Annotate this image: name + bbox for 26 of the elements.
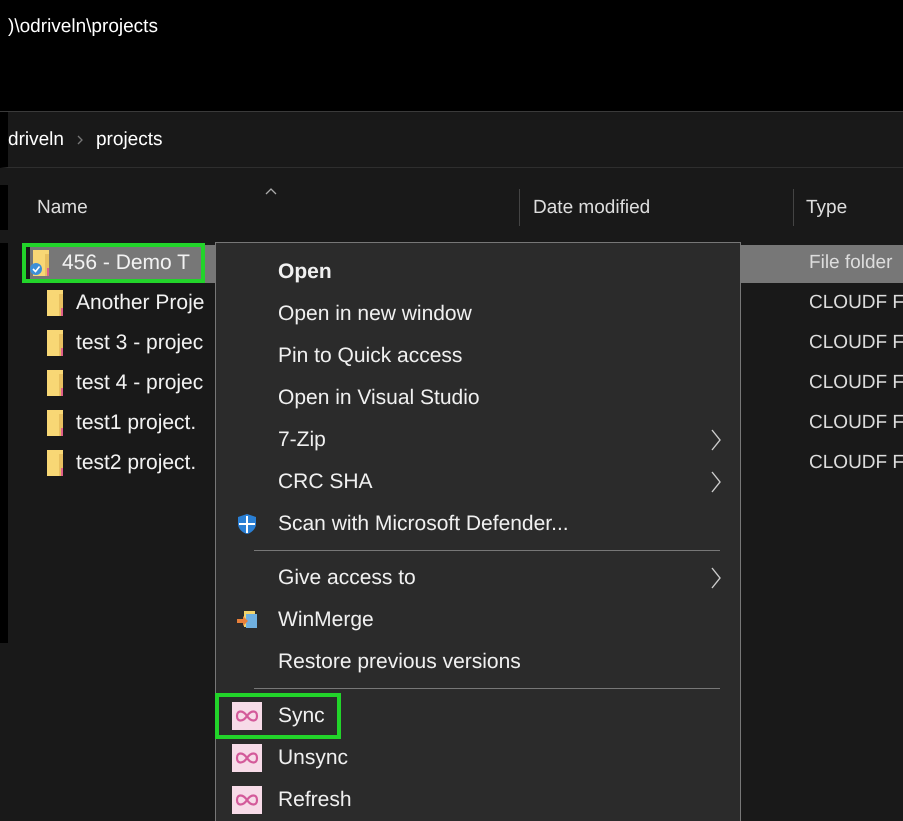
file-name: 456 - Demo T: [62, 251, 190, 275]
file-type: CLOUDF F: [809, 452, 903, 474]
file-name: test 4 - projec: [76, 371, 204, 395]
menu-label: Pin to Quick access: [278, 344, 462, 368]
file-name: Another Proje: [76, 291, 204, 315]
file-name: test 3 - projec: [76, 331, 204, 355]
file-type: File folder: [809, 252, 892, 274]
menu-label: Unsync: [278, 746, 348, 770]
menu-label: WinMerge: [278, 608, 374, 632]
menu-label: CRC SHA: [278, 470, 373, 494]
folder-path: )\odriveln\projects: [8, 16, 158, 37]
file-type: CLOUDF F: [809, 332, 903, 354]
menu-label: Restore previous versions: [278, 650, 521, 674]
menu-label: 7-Zip: [278, 428, 326, 452]
file-type: CLOUDF F: [809, 372, 903, 394]
menu-label: Scan with Microsoft Defender...: [278, 512, 569, 536]
menu-label: Open in Visual Studio: [278, 386, 480, 410]
file-name: test1 project.: [76, 411, 196, 435]
menu-label: Give access to: [278, 566, 416, 590]
menu-label: Sync: [278, 704, 325, 728]
file-type: CLOUDF F: [809, 412, 903, 434]
menu-label: Open: [278, 260, 332, 284]
menu-label: Refresh: [278, 788, 352, 812]
menu-label: Open in new window: [278, 302, 472, 326]
file-type: CLOUDF F: [809, 292, 903, 314]
file-name: test2 project.: [76, 451, 196, 475]
